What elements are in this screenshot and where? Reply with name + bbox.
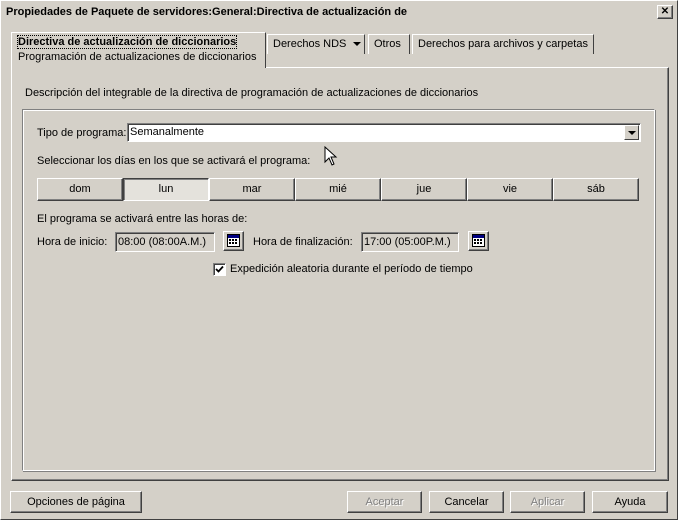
- end-time-label: Hora de finalización:: [253, 236, 353, 248]
- schedule-type-select[interactable]: Semanalmente: [127, 123, 641, 142]
- dropdown-arrow-icon[interactable]: [624, 125, 639, 140]
- subtab-schedule-dictionary-updates[interactable]: Programación de actualizaciones de dicci…: [18, 51, 265, 63]
- close-icon[interactable]: ✕: [657, 5, 673, 19]
- start-time-label: Hora de inicio:: [37, 236, 108, 248]
- day-button-sunday[interactable]: dom: [37, 178, 123, 201]
- day-button-saturday[interactable]: sáb: [553, 178, 639, 201]
- day-button-wednesday[interactable]: mié: [295, 178, 381, 201]
- help-button[interactable]: Ayuda: [592, 491, 668, 513]
- tab-dictionary-update-policy-label: Directiva de actualización de diccionari…: [16, 35, 238, 49]
- days-prompt: Seleccionar los días en los que se activ…: [37, 155, 311, 167]
- properties-window: Propiedades de Paquete de servidores:Gen…: [0, 0, 678, 520]
- accept-button[interactable]: Aceptar: [347, 491, 422, 513]
- end-time-field[interactable]: 17:00 (05:00P.M.): [361, 232, 459, 252]
- chevron-down-icon[interactable]: [353, 42, 362, 47]
- day-button-friday[interactable]: vie: [467, 178, 553, 201]
- mouse-pointer-icon: [324, 146, 338, 166]
- window-titlebar: Propiedades de Paquete de servidores:Gen…: [3, 3, 675, 22]
- policy-description: Descripción del integrable de la directi…: [25, 87, 479, 99]
- start-time-field[interactable]: 08:00 (08:00A.M.): [115, 232, 215, 252]
- day-button-tuesday[interactable]: mar: [209, 178, 295, 201]
- calendar-icon: [472, 234, 485, 247]
- random-dispatch-label[interactable]: Expedición aleatoria durante el período …: [230, 263, 473, 275]
- tab-dictionary-update-policy[interactable]: Directiva de actualización de diccionari…: [11, 32, 266, 68]
- day-button-monday[interactable]: lun: [123, 178, 209, 201]
- tab-file-folder-rights[interactable]: Derechos para archivos y carpetas: [412, 34, 594, 54]
- tab-nds-rights[interactable]: Derechos NDS: [267, 34, 365, 54]
- cancel-button[interactable]: Cancelar: [429, 491, 504, 513]
- tab-nds-rights-label: Derechos NDS: [273, 38, 347, 50]
- apply-button[interactable]: Aplicar: [510, 491, 585, 513]
- tab-others[interactable]: Otros: [368, 34, 410, 54]
- end-time-picker-button[interactable]: [468, 231, 489, 251]
- days-toggle-group: dom lun mar mié jue vie sáb: [37, 178, 639, 201]
- window-title: Propiedades de Paquete de servidores:Gen…: [6, 6, 408, 18]
- random-dispatch-checkbox[interactable]: [213, 263, 226, 276]
- page-options-button[interactable]: Opciones de página: [10, 491, 142, 513]
- schedule-type-label: Tipo de programa:: [37, 127, 127, 139]
- schedule-type-value: Semanalmente: [130, 126, 204, 138]
- day-button-thursday[interactable]: jue: [381, 178, 467, 201]
- start-time-picker-button[interactable]: [223, 231, 244, 251]
- hours-prompt: El programa se activará entre las horas …: [37, 213, 248, 225]
- tab-file-folder-rights-label: Derechos para archivos y carpetas: [418, 38, 588, 50]
- tab-others-label: Otros: [374, 38, 401, 50]
- calendar-icon: [227, 234, 240, 247]
- checkmark-icon: [215, 265, 224, 273]
